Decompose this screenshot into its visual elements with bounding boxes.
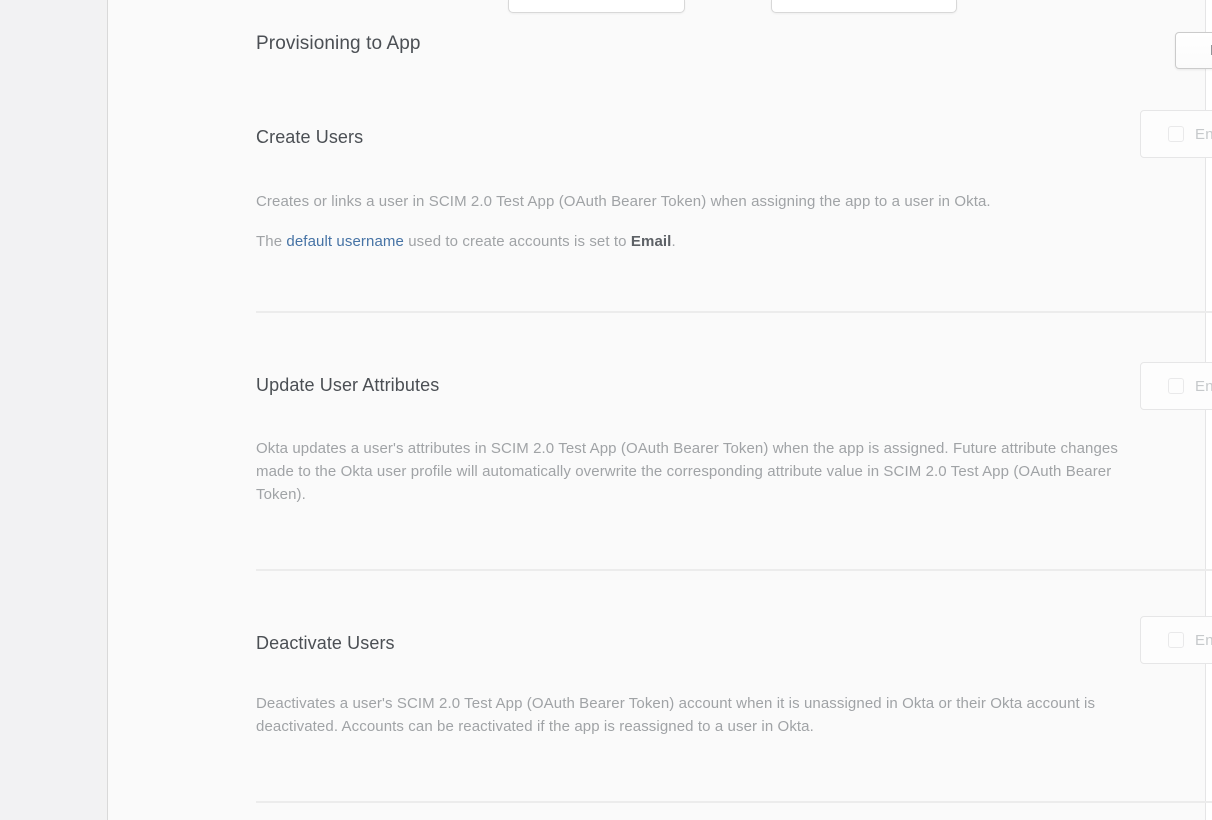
default-username-note: The default username used to create acco…	[256, 230, 676, 253]
enable-button-update-user-attributes[interactable]: Enable	[1140, 362, 1212, 410]
section-divider	[256, 311, 1212, 313]
provisioning-panel: Provisioning to App Edit Create Users En…	[108, 0, 1206, 820]
edit-button[interactable]: Edit	[1175, 32, 1212, 69]
enable-button-deactivate-users[interactable]: Enable	[1140, 616, 1212, 664]
section-heading-deactivate-users: Deactivate Users	[256, 632, 395, 655]
section-description: Deactivates a user's SCIM 2.0 Test App (…	[256, 692, 1095, 738]
enable-label: Enable	[1195, 126, 1212, 143]
page-title: Provisioning to App	[256, 32, 421, 56]
provisioning-page: Provisioning to App Edit Create Users En…	[0, 0, 1212, 820]
enable-label: Enable	[1195, 378, 1212, 395]
enable-button-create-users[interactable]: Enable	[1140, 110, 1212, 158]
section-description: Creates or links a user in SCIM 2.0 Test…	[256, 190, 991, 213]
enable-label: Enable	[1195, 632, 1212, 649]
note-suffix: .	[671, 233, 675, 250]
section-description: Okta updates a user's attributes in SCIM…	[256, 437, 1118, 506]
sidebar-rail	[0, 0, 108, 820]
enable-checkbox[interactable]	[1168, 632, 1184, 648]
enable-checkbox[interactable]	[1168, 126, 1184, 142]
truncated-field[interactable]	[771, 0, 957, 13]
note-middle: used to create accounts is set to	[404, 233, 631, 250]
default-username-link[interactable]: default username	[286, 233, 404, 250]
section-divider	[256, 569, 1212, 571]
note-prefix: The	[256, 233, 286, 250]
username-value: Email	[631, 233, 672, 250]
section-divider	[256, 801, 1212, 803]
enable-checkbox[interactable]	[1168, 378, 1184, 394]
section-heading-create-users: Create Users	[256, 126, 363, 149]
truncated-field[interactable]	[508, 0, 685, 13]
section-heading-update-user-attributes: Update User Attributes	[256, 374, 439, 397]
